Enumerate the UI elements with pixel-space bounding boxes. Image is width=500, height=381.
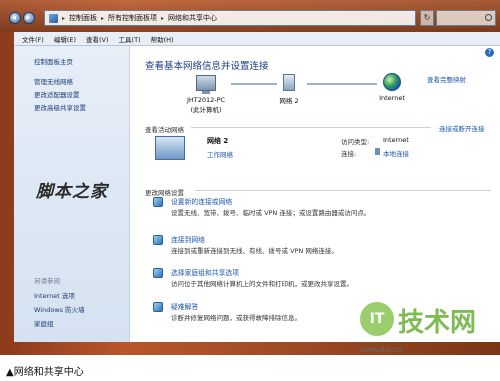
logo-badge-icon: IT [360,302,394,336]
sidebar-item-adapter[interactable]: 更改适配器设置 [34,89,80,99]
sidebar-item-homegroup[interactable]: 家庭组 [34,318,54,328]
troubleshoot-icon [153,302,163,312]
address-bar[interactable]: ▸ 控制面板 ▸ 所有控制面板项 ▸ 网络和共享中心 [44,10,416,26]
new-connection-icon [153,197,163,207]
sidebar-item-home[interactable]: 控制面板主页 [34,56,73,66]
task-title[interactable]: 选择家庭组和共享选项 [171,267,239,277]
network-bench-icon [283,74,295,91]
task-title[interactable]: 疑难解答 [171,301,198,311]
network-name: 网络 2 [279,97,299,105]
breadcrumb-separator-icon: ▸ [62,14,66,22]
back-arrow-icon: ◂ [12,13,17,22]
back-button[interactable]: ◂ [9,12,21,24]
breadcrumb-separator-icon: ▸ [101,14,105,22]
view-full-map-link[interactable]: 查看完整映射 [427,74,466,84]
breadcrumb-separator-icon: ▸ [161,14,165,22]
sidebar-item-wireless[interactable]: 管理无线网络 [34,76,73,86]
refresh-button[interactable]: ↻ [420,10,434,26]
see-also-label: 另请参阅 [34,277,60,285]
figure-caption: ▲网络和共享中心 [6,367,84,378]
map-node-computer: JHT2012-PC (此计算机) [171,71,241,114]
menu-bar: 文件(F) 编辑(E) 查看(V) 工具(T) 帮助(H) [14,32,500,46]
help-icon[interactable]: ? [485,48,494,57]
forward-button[interactable]: ▸ [23,12,35,24]
sidebar-item-sharing[interactable]: 更改高级共享设置 [34,102,86,112]
breadcrumb-control-panel[interactable]: 控制面板 [69,13,97,23]
menu-help[interactable]: 帮助(H) [151,34,174,44]
connect-network-icon [153,235,163,245]
map-node-internet: Internet [367,71,417,102]
watermark-left: 脚本之家 [36,182,108,202]
task-desc: 访问位于其他网络计算机上的文件和打印机，或更改共享设置。 [171,280,353,288]
refresh-icon: ↻ [423,13,431,22]
computer-sub: (此计算机) [190,106,222,114]
globe-icon [383,73,401,91]
task-desc: 设置无线、宽带、拨号、临时或 VPN 连接；或设置路由器或访问点。 [171,209,371,217]
active-network-name: 网络 2 [207,137,229,145]
homegroup-icon [153,268,163,278]
window-title-area: ◂ ▸ ▸ 控制面板 ▸ 所有控制面板项 ▸ 网络和共享中心 ↻ [0,0,500,32]
menu-tools[interactable]: 工具(T) [119,34,141,44]
search-input[interactable] [436,10,496,26]
task-desc: 连接到或重新连接到无线、有线、拨号或 VPN 网络连接。 [171,247,338,255]
access-type-label: 访问类型: [341,138,370,146]
search-icon [485,14,492,21]
task-title[interactable]: 设置新的连接或网络 [171,196,232,206]
forward-arrow-icon: ▸ [26,13,31,22]
sidebar-item-firewall[interactable]: Windows 防火墙 [34,304,85,314]
menu-view[interactable]: 查看(V) [86,34,109,44]
internet-label: Internet [379,94,405,102]
divider [195,190,491,191]
connect-disconnect-link[interactable]: 连接或断开连接 [439,123,485,133]
watermark-url: www.itjs.cn [360,345,403,354]
sidebar-item-internet-options[interactable]: Internet 选项 [34,290,75,300]
main-panel: ? 查看基本网络信息并设置连接 查看完整映射 JHT2012-PC (此计算机)… [131,46,500,342]
computer-icon [196,75,216,94]
network-type-link[interactable]: 工作网络 [207,149,233,159]
screenshot-photo: ◂ ▸ ▸ 控制面板 ▸ 所有控制面板项 ▸ 网络和共享中心 ↻ 文件(F) 编… [0,0,500,355]
breadcrumb-network-center[interactable]: 网络和共享中心 [168,13,217,23]
active-networks-heading: 查看活动网络 [145,126,184,134]
connections-label: 连接: [341,150,357,158]
logo-brand: 技术网 [398,308,477,338]
menu-file[interactable]: 文件(F) [22,34,44,44]
page-title: 查看基本网络信息并设置连接 [145,61,269,72]
network-bench-icon [155,136,185,160]
computer-name: JHT2012-PC [186,96,226,104]
control-panel-icon [49,13,58,23]
task-desc: 诊断并修复网络问题，或获得故障排除信息。 [171,314,301,322]
map-node-network: 网络 2 [264,71,314,105]
watermark-logo: IT 技术网 [360,300,494,350]
active-network-panel: 网络 2 工作网络 访问类型: Internet 连接: 本地连接 [145,134,491,174]
breadcrumb-all-items[interactable]: 所有控制面板项 [108,13,157,23]
task-title[interactable]: 连接到网络 [171,234,205,244]
access-type-value: Internet [383,136,409,144]
menu-edit[interactable]: 编辑(E) [54,34,76,44]
adapter-icon [375,148,380,155]
divider [191,127,431,128]
local-connection-link[interactable]: 本地连接 [383,148,409,158]
